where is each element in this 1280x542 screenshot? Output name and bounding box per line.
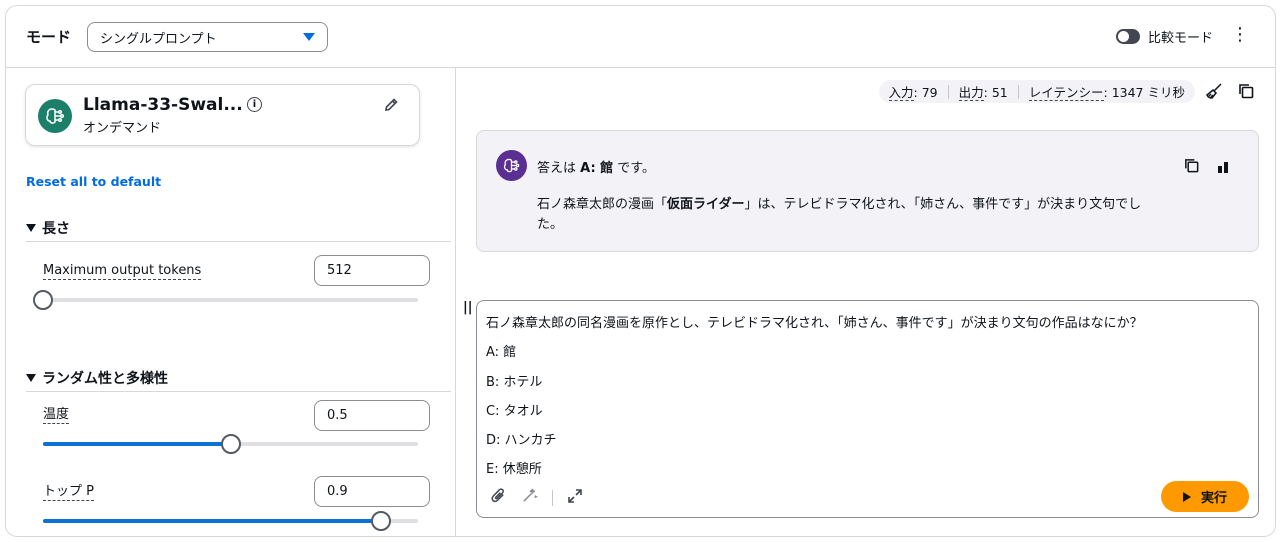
assistant-avatar-icon xyxy=(496,150,527,181)
copy-icon[interactable] xyxy=(1237,82,1255,104)
response-answer: 答えは A: 館 です。 xyxy=(537,157,655,176)
play-icon xyxy=(1182,491,1191,502)
slider-handle[interactable] xyxy=(33,290,53,310)
compare-mode-toggle[interactable] xyxy=(1115,29,1140,44)
caret-down-icon xyxy=(26,224,36,232)
chat-panel: 入力: 79 出力: 51 レイテンシー: 1347 ミリ秒 答えは A: 館 … xyxy=(457,68,1275,536)
paperclip-icon[interactable] xyxy=(490,487,507,508)
pencil-icon[interactable] xyxy=(383,97,399,117)
slider-fill xyxy=(43,519,381,523)
info-icon[interactable]: i xyxy=(247,97,262,112)
top-p-slider[interactable] xyxy=(43,511,418,531)
model-card: Llama-33-Swal... オンデマンド i xyxy=(25,84,420,146)
answer-suffix: です。 xyxy=(613,161,656,176)
response-explanation: 石ノ森章太郎の漫画「仮面ライダー」は、テレビドラマ化され、「姉さん、事件です」が… xyxy=(537,195,1167,235)
response-message: 答えは A: 館 です。 石ノ森章太郎の漫画「仮面ライダー」は、テレビドラマ化さ… xyxy=(476,130,1259,252)
section-randomness-header[interactable]: ランダム性と多様性 xyxy=(26,368,168,388)
prompt-line: 石ノ森章太郎の同名漫画を原作とし、テレビドラマ化され、「姉さん、事件です」が決ま… xyxy=(486,316,1143,331)
brain-circuit-icon xyxy=(38,99,72,133)
output-tokens-label: 出力 xyxy=(958,85,984,101)
prompt-toolbar xyxy=(490,487,583,508)
compare-mode-label: 比較モード xyxy=(1147,31,1213,46)
max-tokens-label: Maximum output tokens xyxy=(43,263,202,280)
panel-resize-handle[interactable]: || xyxy=(463,300,473,315)
prompt-line: A: 館 xyxy=(486,345,517,361)
prompt-line: C: タオル xyxy=(486,403,543,419)
temperature-label: 温度 xyxy=(43,407,70,424)
latency-value: : 1347 ミリ秒 xyxy=(1103,85,1185,100)
answer-choice: A: 館 xyxy=(580,161,614,176)
top-p-input[interactable]: 0.9 xyxy=(314,476,430,507)
reset-all-link[interactable]: Reset all to default xyxy=(26,174,161,189)
compare-mode-toggle-group: 比較モード xyxy=(1115,27,1213,46)
copy-response-icon[interactable] xyxy=(1183,157,1200,178)
max-tokens-slider[interactable] xyxy=(33,290,418,310)
caret-down-icon xyxy=(303,33,315,41)
app-frame: モード シングルプロンプト 比較モード ⋮ Llama-33-Swal... オ… xyxy=(5,5,1276,537)
mode-label: モード xyxy=(26,28,72,46)
model-subtitle: オンデマンド xyxy=(83,121,162,136)
prompt-input[interactable]: 石ノ森章太郎の同名漫画を原作とし、テレビドラマ化され、「姉さん、事件です」が決ま… xyxy=(476,300,1259,518)
top-p-label: トップ P xyxy=(43,484,94,501)
slider-fill xyxy=(43,442,231,446)
magic-wand-icon[interactable] xyxy=(521,487,539,508)
model-name: Llama-33-Swal... xyxy=(83,95,243,115)
clear-brush-icon[interactable] xyxy=(1205,82,1223,104)
answer-prefix: 答えは xyxy=(537,161,581,176)
input-tokens-label: 入力 xyxy=(888,85,914,101)
output-tokens-value: : 51 xyxy=(983,85,1008,100)
temperature-input[interactable]: 0.5 xyxy=(314,400,430,431)
run-button-label: 実行 xyxy=(1200,491,1227,506)
latency-label: レイテンシー xyxy=(1028,85,1104,101)
prompt-text[interactable]: 石ノ森章太郎の同名漫画を原作とし、テレビドラマ化され、「姉さん、事件です」が決ま… xyxy=(486,309,1143,485)
divider xyxy=(552,489,553,506)
divider xyxy=(947,84,949,99)
divider xyxy=(26,391,451,392)
divider xyxy=(1017,84,1019,99)
slider-handle[interactable] xyxy=(370,511,391,531)
metrics-chart-icon[interactable] xyxy=(1217,159,1230,178)
prompt-line: E: 休憩所 xyxy=(486,462,542,478)
latency-metric: レイテンシー: 1347 ミリ秒 xyxy=(1028,82,1185,101)
explanation-prefix: 石ノ森章太郎の漫画「 xyxy=(537,197,668,212)
section-randomness-title: ランダム性と多様性 xyxy=(42,371,168,387)
slider-handle[interactable] xyxy=(220,434,241,454)
section-length-title: 長さ xyxy=(42,221,70,237)
mode-select-value: シングルプロンプト xyxy=(100,31,217,47)
config-panel: Llama-33-Swal... オンデマンド i Reset all to d… xyxy=(6,68,456,536)
max-tokens-input[interactable]: 512 xyxy=(314,255,430,286)
input-tokens-value: : 79 xyxy=(913,85,938,100)
prompt-line: D: ハンカチ xyxy=(486,433,557,449)
temperature-slider[interactable] xyxy=(43,434,418,454)
run-button[interactable]: 実行 xyxy=(1161,481,1249,512)
section-length-header[interactable]: 長さ xyxy=(26,218,70,238)
explanation-title: 仮面ライダー xyxy=(667,197,745,212)
caret-down-icon xyxy=(26,374,36,382)
prompt-line: B: ホテル xyxy=(486,374,543,390)
top-bar: モード シングルプロンプト 比較モード ⋮ xyxy=(6,6,1275,68)
mode-select[interactable]: シングルプロンプト xyxy=(87,22,328,52)
output-tokens-metric: 出力: 51 xyxy=(958,82,1008,101)
input-tokens-metric: 入力: 79 xyxy=(888,82,938,101)
more-options-icon[interactable]: ⋮ xyxy=(1231,26,1249,44)
metrics-bar: 入力: 79 出力: 51 レイテンシー: 1347 ミリ秒 xyxy=(878,80,1195,103)
divider xyxy=(26,241,451,242)
expand-icon[interactable] xyxy=(567,488,583,508)
